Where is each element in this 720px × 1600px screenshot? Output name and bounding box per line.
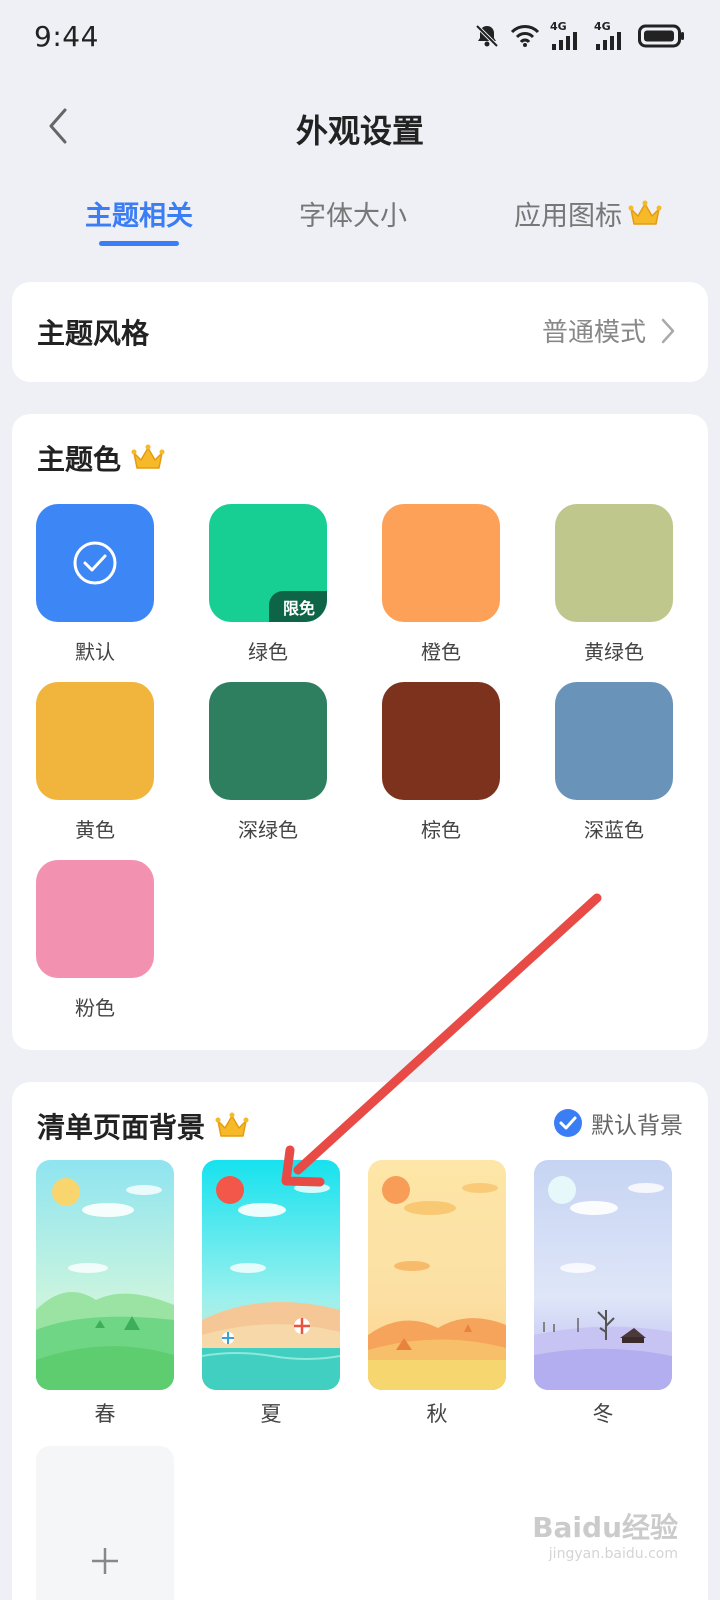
net-label: 4G bbox=[594, 20, 611, 33]
crown-icon bbox=[215, 1112, 249, 1137]
list-background-title: 清单页面背景 bbox=[37, 1106, 249, 1146]
tab-theme[interactable]: 主题相关 bbox=[85, 194, 193, 233]
color-swatch-yellow[interactable]: 黄色 bbox=[36, 682, 154, 843]
watermark: Baidu经验 jingyan.baidu.com bbox=[532, 1506, 678, 1562]
summer-beach-image bbox=[202, 1160, 340, 1390]
color-swatch-yellow-green[interactable]: 黄绿色 bbox=[555, 504, 673, 665]
background-label: 秋 bbox=[426, 1402, 448, 1426]
section-title-text: 主题色 bbox=[37, 443, 122, 476]
theme-style-row[interactable]: 主题风格 普通模式 bbox=[12, 282, 708, 382]
status-icons: 4G 4G bbox=[474, 20, 686, 50]
plus-icon bbox=[92, 1548, 118, 1574]
swatch-tile bbox=[382, 504, 500, 622]
page-title: 外观设置 bbox=[295, 112, 424, 150]
swatch-tile bbox=[382, 682, 500, 800]
default-background-label: 默认背景 bbox=[591, 1113, 683, 1139]
tab-label: 字体大小 bbox=[299, 201, 407, 232]
swatch-tile bbox=[555, 504, 673, 622]
background-summer[interactable]: 夏 bbox=[202, 1160, 340, 1428]
battery-icon bbox=[638, 23, 686, 49]
status-time: 9:44 bbox=[34, 20, 99, 53]
swatch-label: 粉色 bbox=[75, 996, 115, 1020]
color-swatch-orange[interactable]: 橙色 bbox=[382, 504, 500, 665]
swatch-label: 黄绿色 bbox=[584, 640, 644, 664]
theme-style-value: 普通模式 bbox=[542, 312, 676, 349]
swatch-tile bbox=[36, 860, 154, 978]
color-swatch-dark-blue[interactable]: 深蓝色 bbox=[555, 682, 673, 843]
watermark-text: Baidu经验 bbox=[532, 1511, 678, 1544]
color-swatch-brown[interactable]: 棕色 bbox=[382, 682, 500, 843]
background-spring[interactable]: 春 bbox=[36, 1160, 174, 1428]
color-swatch-default[interactable]: 默认 bbox=[36, 504, 154, 665]
swatch-tile bbox=[36, 504, 154, 622]
winter-landscape-image bbox=[534, 1160, 672, 1390]
autumn-landscape-image bbox=[368, 1160, 506, 1390]
swatch-label: 深绿色 bbox=[238, 818, 298, 842]
swatch-label: 绿色 bbox=[248, 640, 288, 664]
chevron-right-icon bbox=[661, 318, 675, 343]
free-badge: 限免 bbox=[268, 591, 327, 622]
net-label: 4G bbox=[550, 20, 567, 33]
background-label: 夏 bbox=[260, 1402, 282, 1426]
theme-style-label: 主题风格 bbox=[37, 317, 150, 350]
theme-color-title: 主题色 bbox=[37, 438, 165, 478]
background-label: 春 bbox=[94, 1402, 116, 1426]
swatch-label: 棕色 bbox=[421, 818, 461, 842]
theme-style-value-text: 普通模式 bbox=[541, 318, 646, 348]
swatch-label: 橙色 bbox=[421, 640, 461, 664]
tab-label: 应用图标 bbox=[514, 201, 622, 232]
background-label: 冬 bbox=[592, 1402, 614, 1426]
color-swatch-dark-green[interactable]: 深绿色 bbox=[209, 682, 327, 843]
tab-bar: 主题相关 字体大小 应用图标 bbox=[0, 194, 720, 254]
section-title-text: 清单页面背景 bbox=[37, 1111, 206, 1144]
check-circle-icon bbox=[73, 541, 117, 585]
theme-color-card: 主题色 默认 限免 绿色 橙色 黄绿色 黄色 深绿色 棕色 深蓝色 粉色 bbox=[12, 414, 708, 1050]
swatch-label: 深蓝色 bbox=[584, 818, 644, 842]
swatch-label: 黄色 bbox=[75, 818, 115, 842]
add-background-button[interactable] bbox=[36, 1446, 174, 1600]
color-swatch-green[interactable]: 限免 绿色 bbox=[209, 504, 327, 665]
watermark-url: jingyan.baidu.com bbox=[548, 1546, 678, 1562]
tab-active-indicator bbox=[99, 241, 179, 246]
default-background-toggle[interactable]: 默认背景 bbox=[553, 1106, 683, 1140]
swatch-tile bbox=[555, 682, 673, 800]
swatch-label: 默认 bbox=[75, 640, 115, 664]
swatch-tile bbox=[36, 682, 154, 800]
crown-icon bbox=[628, 200, 662, 225]
swatch-tile bbox=[209, 682, 327, 800]
spring-landscape-image bbox=[36, 1160, 174, 1390]
wifi-icon bbox=[510, 24, 540, 48]
tab-app-icon[interactable]: 应用图标 bbox=[514, 194, 662, 233]
tab-font-size[interactable]: 字体大小 bbox=[299, 194, 407, 233]
background-winter[interactable]: 冬 bbox=[534, 1160, 672, 1428]
signal-4g-icon: 4G bbox=[594, 20, 628, 50]
status-bar: 9:44 4G 4G bbox=[0, 0, 720, 80]
swatch-tile: 限免 bbox=[209, 504, 327, 622]
signal-4g-icon: 4G bbox=[550, 20, 584, 50]
mute-bell-icon bbox=[474, 23, 500, 49]
check-circle-filled-icon bbox=[554, 1109, 582, 1137]
color-swatch-pink[interactable]: 粉色 bbox=[36, 860, 154, 1021]
crown-icon bbox=[131, 444, 165, 469]
background-autumn[interactable]: 秋 bbox=[368, 1160, 506, 1428]
tab-label: 主题相关 bbox=[85, 201, 193, 232]
